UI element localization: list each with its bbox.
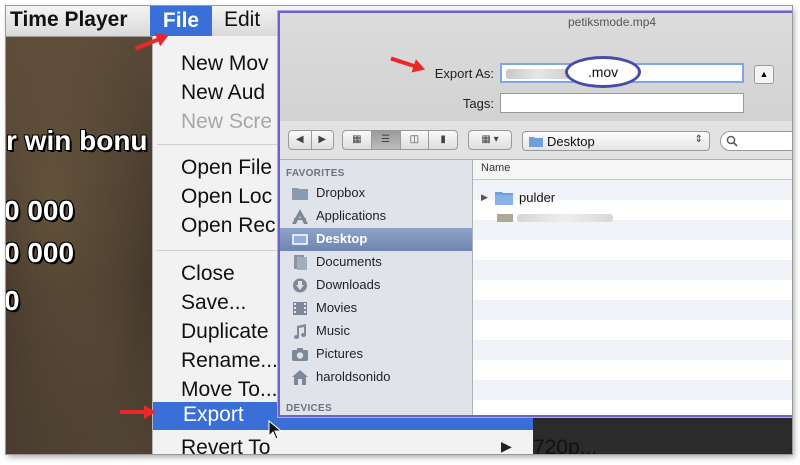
sidebar-item-music[interactable]: Music	[280, 320, 472, 343]
sidebar-item-documents[interactable]: Documents	[280, 251, 472, 274]
applications-icon	[292, 209, 308, 224]
menu-item-duplicate[interactable]: Duplicate	[181, 320, 269, 344]
tags-input[interactable]	[500, 93, 744, 113]
sidebar-item-pictures[interactable]: Pictures	[280, 343, 472, 366]
folder-icon	[529, 137, 543, 147]
file-row[interactable]: ▶ pulder	[473, 188, 792, 208]
sidebar: FAVORITES Dropbox Applications Desktop D…	[280, 160, 473, 415]
menu-separator	[157, 250, 297, 251]
location-label: Desktop	[547, 134, 595, 149]
submenu-arrow-icon: ▶	[501, 438, 512, 454]
column-header-name[interactable]: Name	[473, 160, 792, 180]
menu-item-export-label: Export	[183, 403, 244, 426]
file-icon	[497, 214, 513, 222]
music-icon	[294, 324, 306, 339]
sidebar-section-devices: DEVICES	[286, 403, 333, 414]
desktop-icon	[292, 234, 308, 245]
file-extension: .mov	[587, 64, 619, 80]
menu-separator	[157, 144, 297, 145]
sidebar-item-applications[interactable]: Applications	[280, 205, 472, 228]
dropbox-icon	[292, 188, 308, 200]
sidebar-section-favorites: FAVORITES	[286, 168, 345, 179]
annotation-arrow-icon	[120, 405, 156, 419]
list-view-icon[interactable]: ☰	[371, 131, 401, 149]
disclosure-triangle-icon[interactable]: ▶	[481, 192, 488, 203]
forward-icon[interactable]: ▶	[312, 131, 334, 149]
sidebar-item-home[interactable]: haroldsonido	[280, 366, 472, 389]
export-dialog: petiksmode.mp4 Export As: .mov ▲ Tags: ◀…	[278, 11, 792, 417]
sidebar-item-label: Pictures	[316, 346, 363, 361]
expand-dialog-button[interactable]: ▲	[754, 65, 774, 84]
back-icon[interactable]: ◀	[289, 131, 312, 149]
sidebar-item-label: haroldsonido	[316, 369, 391, 384]
file-row[interactable]	[473, 208, 792, 228]
pictures-icon	[292, 348, 308, 361]
export-as-label: Export As:	[434, 66, 494, 81]
sidebar-item-downloads[interactable]: Downloads	[280, 274, 472, 297]
menu-item-rename[interactable]: Rename...	[181, 349, 278, 373]
menu-item-move-to[interactable]: Move To...	[181, 378, 278, 402]
menu-item-revert-to[interactable]: Revert To	[181, 436, 271, 454]
window-title: petiksmode.mp4	[568, 15, 657, 29]
location-popup[interactable]: Desktop ⇕	[522, 131, 710, 151]
folder-icon	[495, 192, 513, 205]
search-icon	[726, 135, 738, 147]
sidebar-item-label: Dropbox	[316, 185, 366, 200]
video-overlay-text: 0 000	[6, 237, 75, 268]
sidebar-item-dropbox[interactable]: Dropbox	[280, 182, 472, 205]
view-mode-control: ▦ ☰ ◫ ▮	[342, 130, 458, 150]
sidebar-item-label: Applications	[316, 208, 387, 223]
movies-icon	[293, 302, 307, 315]
search-field[interactable]	[720, 131, 792, 151]
arrange-control[interactable]: ▦ ▾	[468, 130, 512, 150]
sidebar-item-label: Downloads	[316, 277, 381, 292]
mouse-cursor-icon	[268, 420, 282, 440]
menu-item-new-screen: New Scre	[181, 110, 273, 133]
downloads-icon	[293, 278, 307, 293]
app-menu[interactable]: Time Player	[10, 8, 128, 32]
video-overlay-text: r win bonu	[6, 125, 148, 156]
documents-icon	[294, 255, 307, 270]
menu-item-open-file[interactable]: Open File	[181, 156, 272, 180]
arrange-icon[interactable]: ▦ ▾	[469, 131, 511, 149]
icon-view-icon[interactable]: ▦	[343, 131, 372, 149]
menu-item-open-location[interactable]: Open Loc	[181, 185, 272, 209]
back-forward-control: ◀ ▶	[288, 130, 334, 150]
sidebar-item-label: Desktop	[316, 231, 368, 246]
column-view-icon[interactable]: ◫	[401, 131, 430, 149]
screenshot-frame: Time Player File Edit r win bonu 0 000 0…	[6, 6, 792, 454]
menu-item-open-recent[interactable]: Open Rec	[181, 214, 276, 238]
tags-label: Tags:	[462, 96, 494, 111]
edit-menu[interactable]: Edit	[224, 8, 260, 32]
sidebar-item-label: Documents	[316, 254, 382, 269]
submenu-item-720p[interactable]: 720p...	[533, 436, 597, 454]
annotation-circle: .mov	[565, 56, 641, 88]
column-header-label: Name	[481, 162, 511, 174]
sidebar-item-label: Movies	[316, 300, 358, 315]
home-icon	[292, 370, 308, 385]
redacted-filename	[517, 214, 613, 222]
menu-item-new-audio[interactable]: New Aud	[181, 81, 265, 105]
menu-item-new-movie[interactable]: New Mov	[181, 52, 269, 76]
file-list: Name ▶ pulder	[473, 160, 792, 415]
menu-item-close[interactable]: Close	[181, 262, 235, 286]
redacted-filename	[506, 69, 570, 79]
video-overlay-text: 0 000	[6, 195, 75, 226]
menu-item-save[interactable]: Save...	[181, 291, 246, 315]
file-name: pulder	[519, 190, 556, 205]
video-overlay-text: 0	[6, 285, 20, 316]
sidebar-item-movies[interactable]: Movies	[280, 297, 472, 320]
sidebar-item-label: Music	[316, 323, 350, 338]
coverflow-view-icon[interactable]: ▮	[429, 131, 457, 149]
sidebar-item-desktop[interactable]: Desktop	[280, 228, 472, 251]
video-background: r win bonu 0 000 0 000 0	[6, 37, 152, 454]
chevron-updown-icon: ⇕	[694, 134, 703, 145]
